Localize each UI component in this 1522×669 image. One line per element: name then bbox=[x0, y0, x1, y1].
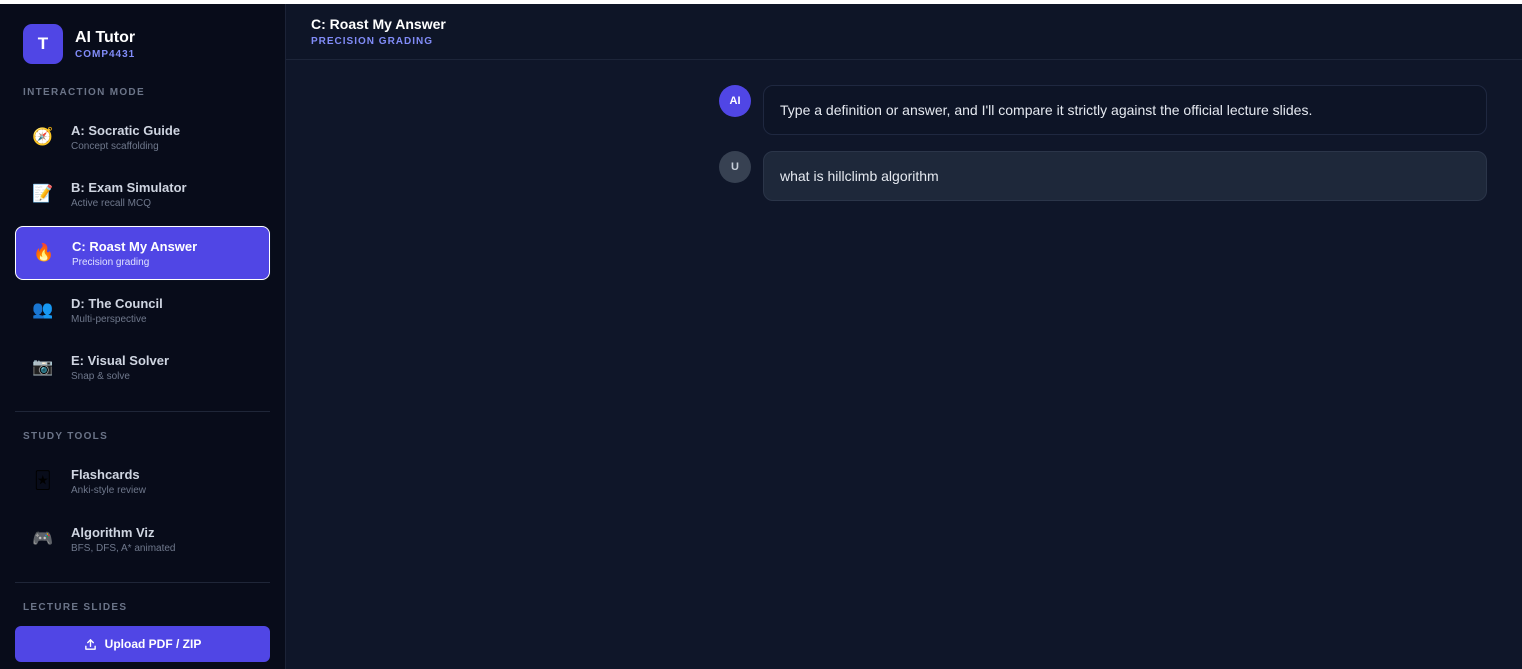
section-label-study-tools: STUDY TOOLS bbox=[23, 431, 109, 442]
section-label-interaction-mode: INTERACTION MODE bbox=[23, 87, 145, 98]
memo-icon: 📝 bbox=[32, 184, 54, 203]
page-title: C: Roast My Answer bbox=[311, 16, 446, 32]
mode-title: A: Socratic Guide bbox=[71, 122, 181, 138]
mode-item-the-council[interactable]: 👥 D: The Council Multi-perspective bbox=[15, 283, 270, 337]
sidebar: T AI Tutor COMP4431 INTERACTION MODE 🧭 A… bbox=[0, 0, 286, 669]
chat-message-user: U what is hillclimb algorithm bbox=[719, 151, 1487, 201]
mode-item-socratic-guide[interactable]: 🧭 A: Socratic Guide Concept scaffolding bbox=[15, 110, 270, 164]
fire-icon: 🔥 bbox=[33, 243, 55, 262]
brand-logo: T bbox=[23, 24, 63, 64]
tool-text: Flashcards Anki-style review bbox=[71, 467, 146, 496]
mode-item-roast-my-answer[interactable]: 🔥 C: Roast My Answer Precision grading bbox=[15, 226, 270, 280]
mode-text: A: Socratic Guide Concept scaffolding bbox=[71, 123, 180, 152]
gamepad-icon: 🎮 bbox=[32, 529, 54, 548]
app-window: T AI Tutor COMP4431 INTERACTION MODE 🧭 A… bbox=[0, 0, 1522, 669]
tool-desc: BFS, DFS, A* animated bbox=[71, 542, 176, 554]
brand-text: AI Tutor COMP4431 bbox=[75, 29, 135, 60]
tool-title: Flashcards bbox=[71, 466, 140, 482]
message-bubble: Type a definition or answer, and I'll co… bbox=[763, 85, 1487, 135]
upload-pdf-zip-button[interactable]: Upload PDF / ZIP bbox=[15, 626, 270, 662]
tool-text: Algorithm Viz BFS, DFS, A* animated bbox=[71, 525, 176, 554]
sidebar-divider bbox=[15, 582, 270, 583]
section-label-lecture-slides: LECTURE SLIDES bbox=[23, 602, 128, 613]
mode-desc: Snap & solve bbox=[71, 370, 130, 382]
mode-item-exam-simulator[interactable]: 📝 B: Exam Simulator Active recall MCQ bbox=[15, 167, 270, 221]
mode-desc: Multi-perspective bbox=[71, 313, 147, 325]
sidebar-divider bbox=[15, 411, 270, 412]
tool-desc: Anki-style review bbox=[71, 484, 147, 496]
course-code: COMP4431 bbox=[75, 48, 136, 60]
mode-title: C: Roast My Answer bbox=[72, 238, 198, 254]
compass-icon: 🧭 bbox=[32, 127, 54, 146]
mode-text: E: Visual Solver Snap & solve bbox=[71, 353, 169, 382]
upload-button-label: Upload PDF / ZIP bbox=[104, 637, 202, 651]
mode-title: B: Exam Simulator bbox=[71, 179, 187, 195]
brand: T AI Tutor COMP4431 bbox=[23, 24, 135, 64]
people-icon: 👥 bbox=[32, 300, 54, 319]
cards-icon: 🃏 bbox=[34, 471, 52, 490]
tool-item-algorithm-viz[interactable]: 🎮 Algorithm Viz BFS, DFS, A* animated bbox=[15, 512, 270, 566]
mode-desc: Concept scaffolding bbox=[71, 140, 159, 152]
message-bubble: what is hillclimb algorithm bbox=[763, 151, 1487, 201]
mode-item-visual-solver[interactable]: 📷 E: Visual Solver Snap & solve bbox=[15, 340, 270, 394]
chat-main: C: Roast My Answer PRECISION GRADING AI … bbox=[286, 0, 1522, 669]
window-top-edge bbox=[0, 0, 1522, 4]
chat-header: C: Roast My Answer PRECISION GRADING bbox=[286, 4, 1522, 60]
mode-text: C: Roast My Answer Precision grading bbox=[72, 239, 197, 268]
mode-desc: Precision grading bbox=[72, 256, 150, 268]
mode-title: E: Visual Solver bbox=[71, 352, 170, 368]
ai-avatar: AI bbox=[719, 85, 751, 117]
mode-title: D: The Council bbox=[71, 295, 163, 311]
mode-desc: Active recall MCQ bbox=[71, 197, 152, 209]
user-avatar: U bbox=[719, 151, 751, 183]
tool-title: Algorithm Viz bbox=[71, 524, 155, 540]
tool-item-flashcards[interactable]: 🃏 Flashcards Anki-style review bbox=[15, 454, 270, 508]
mode-text: B: Exam Simulator Active recall MCQ bbox=[71, 180, 187, 209]
page-subtitle: PRECISION GRADING bbox=[311, 36, 434, 47]
app-title: AI Tutor bbox=[75, 28, 136, 46]
camera-icon: 📷 bbox=[32, 357, 54, 376]
chat-message-ai: AI Type a definition or answer, and I'll… bbox=[719, 85, 1487, 135]
mode-text: D: The Council Multi-perspective bbox=[71, 296, 163, 325]
upload-icon bbox=[84, 638, 97, 651]
